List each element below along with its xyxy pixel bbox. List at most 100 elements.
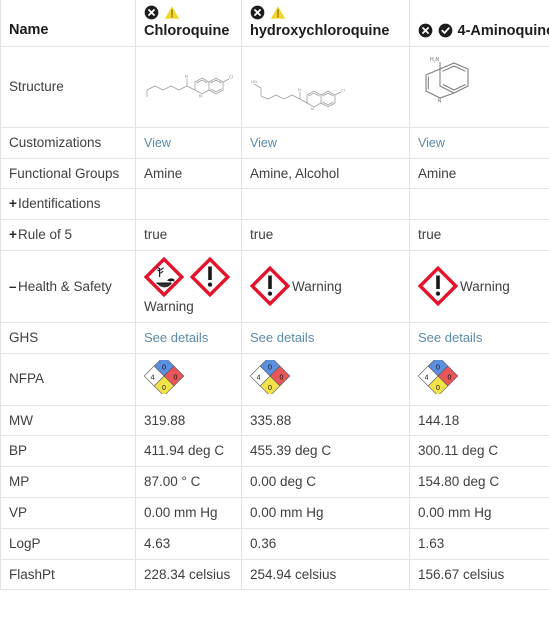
logp-cell-1: 4.63 — [135, 527, 242, 560]
nfpa-diamond-icon[interactable]: 0 4 0 0 — [417, 355, 459, 397]
flashpt-cell-3: 156.67 celsius — [409, 558, 549, 591]
nfpa-health-value: 4 — [151, 374, 155, 381]
ghs-cell-3: See details — [409, 321, 549, 354]
vp-cell-1: 0.00 mm Hg — [135, 496, 242, 529]
svg-text:Cl: Cl — [341, 88, 345, 93]
nfpa-special-value: 0 — [162, 385, 166, 392]
compound-name-2: hydroxychloroquine — [250, 23, 390, 39]
row-label-text: Health & Safety — [18, 278, 112, 294]
nfpa-fire-value: 0 — [436, 364, 440, 371]
check-circle-icon[interactable] — [438, 23, 453, 43]
nfpa-cell-1: 0 4 0 0 — [135, 352, 242, 406]
rule-of-5-cell-3: true — [409, 219, 549, 252]
structure-cell-3[interactable]: H2N N — [409, 45, 549, 128]
4-aminoquinoline-structure: H2N N — [418, 53, 541, 120]
health-safety-cell-3: Warning — [409, 250, 549, 323]
see-details-link[interactable]: See details — [144, 330, 208, 345]
flashpt-cell-1: 228.34 celsius — [135, 558, 242, 591]
badge-group-2 — [250, 4, 401, 21]
nfpa-diamond-icon[interactable]: 0 4 0 0 — [249, 355, 291, 397]
nfpa-fire-value: 0 — [162, 364, 166, 371]
header-compound-3: 4-Aminoquinoline — [409, 0, 549, 47]
bp-cell-1: 411.94 deg C — [135, 435, 242, 468]
mp-cell-1: 87.00 ° C — [135, 466, 242, 498]
nfpa-diamond-icon[interactable]: 0 4 0 0 — [143, 355, 185, 397]
row-label-nfpa: NFPA — [0, 352, 136, 406]
row-mw: MW 319.88 335.88 144.18 — [0, 404, 549, 437]
header-compound-2: hydroxychloroquine — [241, 0, 410, 47]
view-link[interactable]: View — [250, 136, 277, 150]
svg-text:N: N — [185, 74, 188, 79]
remove-circle-icon[interactable] — [144, 5, 159, 25]
svg-text:N: N — [298, 87, 301, 92]
row-label-text: Rule of 5 — [18, 227, 73, 243]
compound-name-3: 4-Aminoquinoline — [457, 22, 549, 39]
ghs-exclamation-icon[interactable] — [189, 256, 230, 298]
badge-group-1 — [144, 4, 233, 21]
vp-cell-3: 0.00 mm Hg — [409, 496, 549, 529]
row-bp: BP 411.94 deg C 455.39 deg C 300.11 deg … — [0, 435, 549, 468]
row-label-structure: Structure — [0, 45, 136, 128]
bp-cell-3: 300.11 deg C — [409, 435, 549, 468]
remove-circle-icon[interactable] — [250, 5, 265, 25]
rule-of-5-cell-1: true — [135, 219, 242, 252]
structure-cell-2[interactable]: HO N Cl N — [241, 45, 410, 128]
chloroquine-structure: N Cl N — [144, 56, 233, 117]
row-label-flashpt: FlashPt — [0, 558, 136, 591]
svg-text:H2N: H2N — [430, 57, 440, 63]
ghs-exclamation-icon[interactable] — [249, 266, 291, 307]
collapse-toggle-icon[interactable]: – — [9, 278, 18, 296]
ghs-pictogram-group — [143, 256, 232, 298]
nfpa-cell-2: 0 4 0 0 — [241, 352, 410, 406]
expand-toggle-icon[interactable]: + — [9, 195, 18, 213]
see-details-link[interactable]: See details — [418, 330, 482, 345]
hydroxychloroquine-structure: HO N Cl N — [250, 56, 401, 117]
view-link[interactable]: View — [418, 136, 445, 150]
view-link[interactable]: View — [144, 136, 171, 150]
ghs-pictogram-group: Warning — [249, 266, 342, 307]
ghs-cell-1: See details — [135, 321, 242, 354]
customizations-cell-1: View — [135, 126, 242, 159]
ghs-exclamation-icon[interactable] — [417, 266, 459, 307]
svg-text:HO: HO — [251, 79, 257, 84]
svg-text:N: N — [438, 99, 442, 105]
identifications-cell-3 — [409, 188, 549, 221]
row-health-safety: –Health & Safety Warning Warning Warning — [0, 250, 549, 323]
row-label-text: Identifications — [18, 196, 101, 212]
page-title: Name — [9, 21, 49, 38]
mp-cell-3: 154.80 deg C — [409, 466, 549, 498]
functional-groups-cell-1: Amine — [135, 157, 242, 190]
warning-triangle-icon[interactable] — [164, 5, 180, 25]
nfpa-health-value: 4 — [425, 374, 429, 381]
bp-cell-2: 455.39 deg C — [241, 435, 410, 468]
nfpa-reactivity-value: 0 — [173, 374, 177, 381]
row-functional-groups: Functional Groups Amine Amine, Alcohol A… — [0, 157, 549, 190]
remove-circle-icon[interactable] — [418, 23, 433, 43]
ghs-cell-2: See details — [241, 321, 410, 354]
mp-cell-2: 0.00 deg C — [241, 466, 410, 498]
row-label-rule-of-5[interactable]: +Rule of 5 — [0, 219, 136, 252]
mw-cell-1: 319.88 — [135, 404, 242, 437]
ghs-environment-icon[interactable] — [143, 256, 185, 298]
identifications-cell-2 — [241, 188, 410, 221]
see-details-link[interactable]: See details — [250, 330, 314, 345]
svg-text:N: N — [311, 106, 314, 111]
row-label-logp: LogP — [0, 527, 136, 560]
functional-groups-cell-3: Amine — [409, 157, 549, 190]
health-safety-cell-1: Warning — [135, 250, 242, 323]
row-label-identifications[interactable]: +Identifications — [0, 188, 136, 221]
signal-word: Warning — [460, 278, 510, 294]
svg-text:Cl: Cl — [229, 75, 233, 80]
nfpa-reactivity-value: 0 — [447, 374, 451, 381]
row-flashpt: FlashPt 228.34 celsius 254.94 celsius 15… — [0, 558, 549, 591]
row-label-health-safety[interactable]: –Health & Safety — [0, 250, 136, 323]
compound-comparison-panel: Name Chloroquine hydroxychloroquine 4-Am… — [0, 0, 549, 626]
rule-of-5-cell-2: true — [241, 219, 410, 252]
row-label-ghs: GHS — [0, 321, 136, 354]
warning-triangle-icon[interactable] — [270, 5, 286, 25]
row-vp: VP 0.00 mm Hg 0.00 mm Hg 0.00 mm Hg — [0, 496, 549, 529]
structure-cell-1[interactable]: N Cl N — [135, 45, 242, 128]
functional-groups-cell-2: Amine, Alcohol — [241, 157, 410, 190]
expand-toggle-icon[interactable]: + — [9, 226, 18, 244]
logp-cell-2: 0.36 — [241, 527, 410, 560]
